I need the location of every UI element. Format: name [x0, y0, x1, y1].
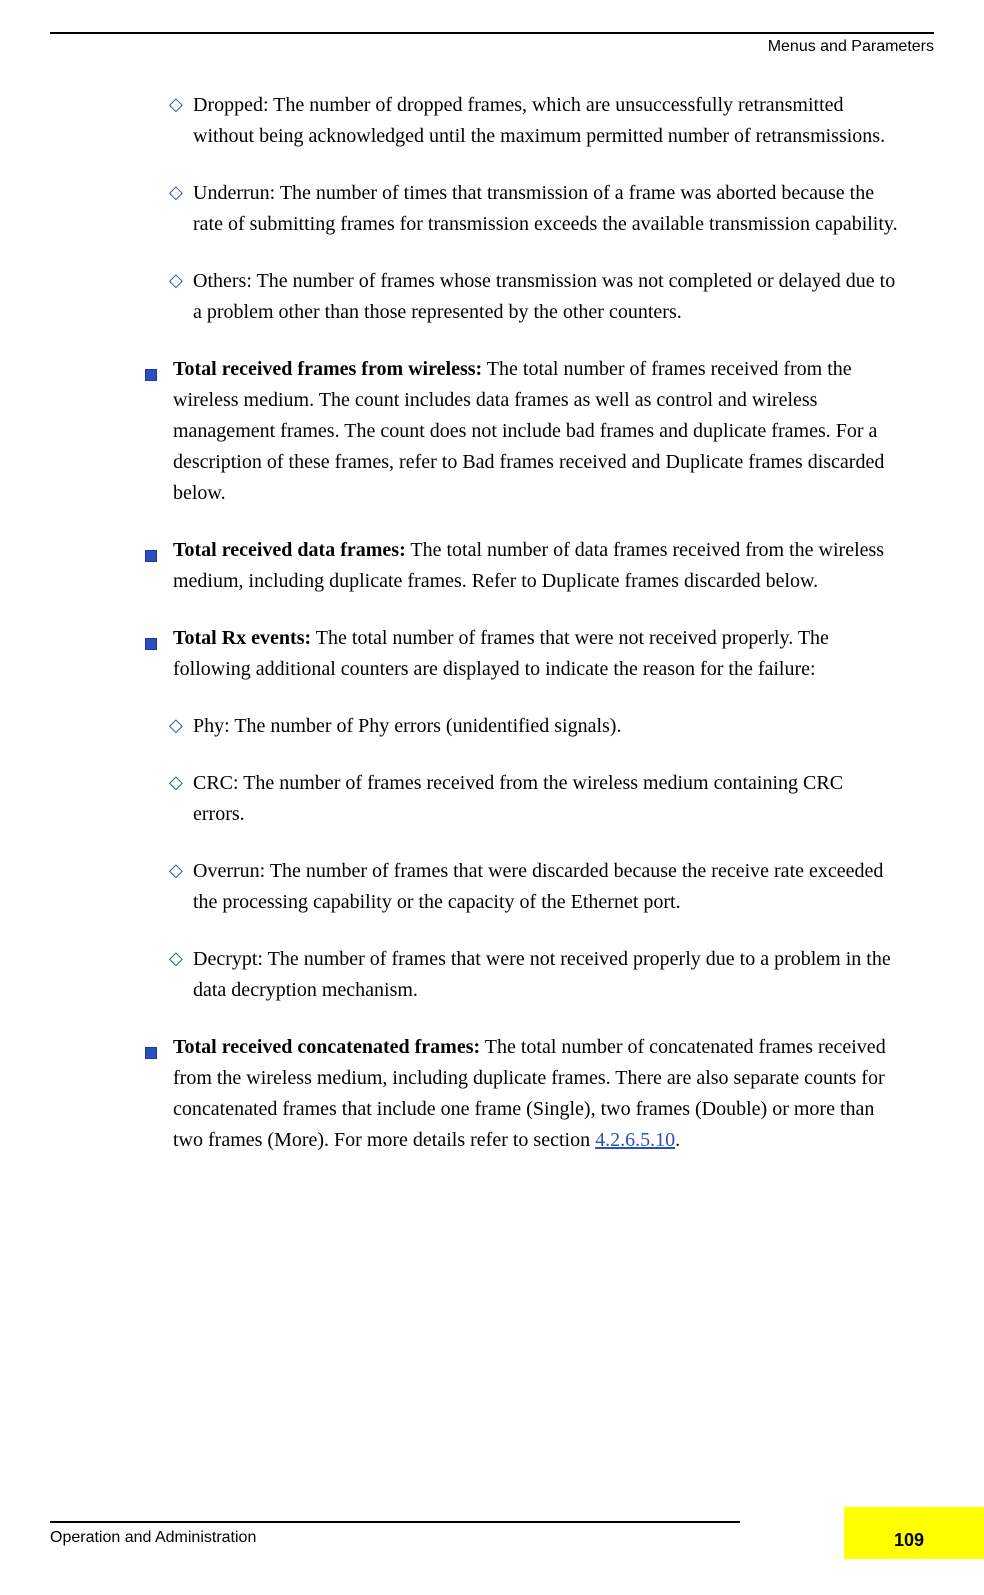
page-footer: Operation and Administration [50, 1521, 934, 1547]
item-lead: Total received frames from wireless: [173, 358, 482, 380]
sub-list-item: ◇ Underrun: The number of times that tra… [145, 178, 899, 240]
diamond-icon: ◇ [169, 856, 193, 885]
sub-list-item: ◇ Overrun: The number of frames that wer… [145, 856, 899, 918]
sub-item-text: Phy: The number of Phy errors (unidentif… [193, 711, 899, 742]
square-bullet-icon [145, 629, 173, 660]
section-title: Menus and Parameters [768, 38, 934, 55]
square-bullet-icon [145, 1038, 173, 1069]
sub-item-text: CRC: The number of frames received from … [193, 768, 899, 830]
square-bullet-icon [145, 541, 173, 572]
sub-list-item: ◇ Others: The number of frames whose tra… [145, 266, 899, 328]
item-lead: Total received concatenated frames: [173, 1036, 480, 1058]
item-lead: Total received data frames: [173, 539, 406, 561]
sub-item-text: Underrun: The number of times that trans… [193, 178, 899, 240]
page-content: ◇ Dropped: The number of dropped frames,… [145, 90, 899, 1182]
item-rest-post: . [675, 1129, 680, 1151]
diamond-icon: ◇ [169, 178, 193, 207]
sub-list-item: ◇ Phy: The number of Phy errors (unident… [145, 711, 899, 742]
sub-item-text: Others: The number of frames whose trans… [193, 266, 899, 328]
sub-list-item: ◇ Decrypt: The number of frames that wer… [145, 944, 899, 1006]
main-item-text: Total received concatenated frames: The … [173, 1032, 899, 1156]
main-list-item: Total Rx events: The total number of fra… [145, 623, 899, 685]
footer-rule [50, 1521, 740, 1523]
diamond-icon: ◇ [169, 711, 193, 740]
sub-item-text: Decrypt: The number of frames that were … [193, 944, 899, 1006]
doc-title: Operation and Administration [50, 1529, 934, 1547]
main-list-item: Total received data frames: The total nu… [145, 535, 899, 597]
main-item-text: Total Rx events: The total number of fra… [173, 623, 899, 685]
main-item-text: Total received data frames: The total nu… [173, 535, 899, 597]
square-bullet-icon [145, 360, 173, 391]
sub-list-item: ◇ Dropped: The number of dropped frames,… [145, 90, 899, 152]
main-list-item: Total received concatenated frames: The … [145, 1032, 899, 1156]
diamond-icon: ◇ [169, 768, 193, 797]
diamond-icon: ◇ [169, 266, 193, 295]
section-link[interactable]: 4.2.6.5.10 [595, 1129, 675, 1151]
sub-item-text: Dropped: The number of dropped frames, w… [193, 90, 899, 152]
item-lead: Total Rx events: [173, 627, 311, 649]
diamond-icon: ◇ [169, 90, 193, 119]
page-number: 109 [894, 1530, 924, 1551]
sub-item-text: Overrun: The number of frames that were … [193, 856, 899, 918]
sub-list-item: ◇ CRC: The number of frames received fro… [145, 768, 899, 830]
diamond-icon: ◇ [169, 944, 193, 973]
page-header: Menus and Parameters [50, 32, 934, 56]
main-item-text: Total received frames from wireless: The… [173, 354, 899, 509]
main-list-item: Total received frames from wireless: The… [145, 354, 899, 509]
